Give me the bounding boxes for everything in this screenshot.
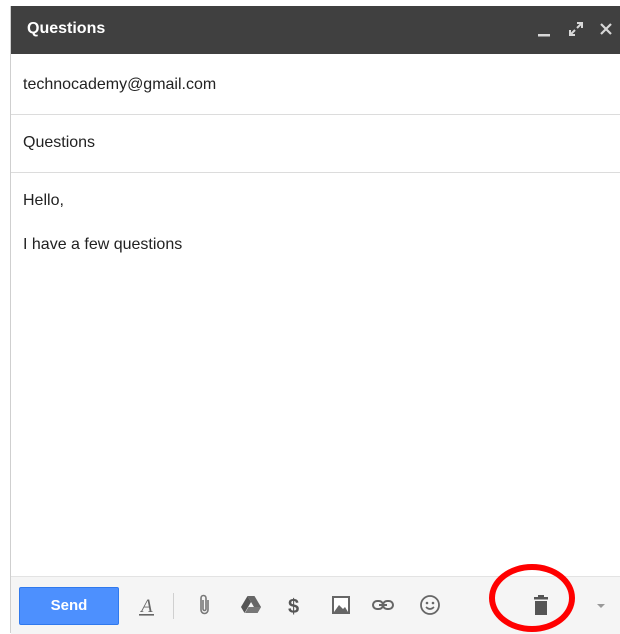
compose-titlebar[interactable]: Questions <box>11 6 620 54</box>
money-icon[interactable]: $ <box>283 593 307 617</box>
to-field-value: technocademy@gmail.com <box>23 76 217 93</box>
subject-field[interactable]: Questions <box>11 116 620 173</box>
photo-icon[interactable] <box>329 593 353 617</box>
format-text-icon[interactable]: A <box>135 593 159 617</box>
more-options-icon[interactable] <box>593 593 609 617</box>
expand-icon[interactable] <box>566 18 586 40</box>
highlight-circle <box>489 564 575 632</box>
body-line-greeting: Hello, <box>23 192 64 209</box>
attach-icon[interactable] <box>193 593 217 617</box>
message-body[interactable]: Hello, I have a few questions <box>23 192 613 280</box>
compose-title: Questions <box>27 20 106 37</box>
drive-icon[interactable] <box>239 593 263 617</box>
emoji-icon[interactable] <box>418 593 442 617</box>
minimize-icon[interactable] <box>535 18 555 40</box>
close-icon[interactable] <box>597 18 617 40</box>
subject-field-value: Questions <box>23 134 96 151</box>
compose-window: Questions technocademy@gmail.com Questio… <box>10 6 620 634</box>
svg-text:A: A <box>139 596 153 617</box>
svg-text:$: $ <box>288 596 299 617</box>
link-icon[interactable] <box>371 593 395 617</box>
send-button[interactable]: Send <box>19 587 119 625</box>
to-field[interactable]: technocademy@gmail.com <box>11 58 620 115</box>
body-line-text: I have a few questions <box>23 236 183 253</box>
toolbar-divider <box>173 593 174 619</box>
